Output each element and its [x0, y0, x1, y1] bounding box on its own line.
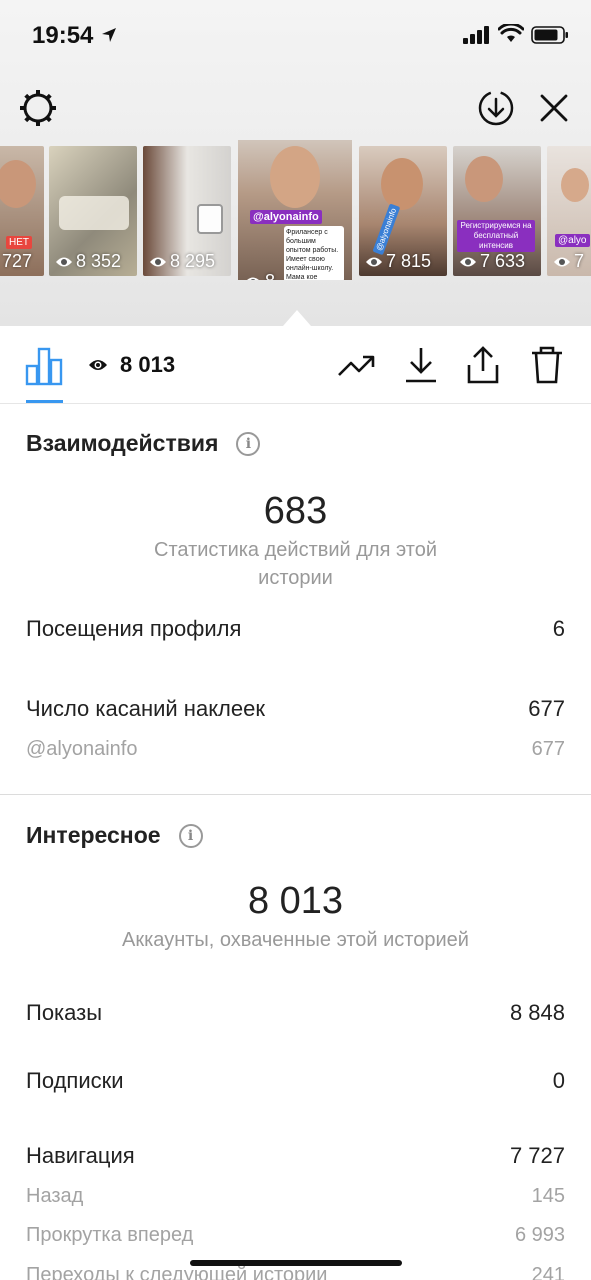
- story-thumbnail[interactable]: @alyonainfo 7 815: [359, 146, 447, 276]
- eye-icon: [246, 277, 260, 280]
- cellular-signal-icon: [463, 26, 489, 44]
- home-indicator[interactable]: [190, 1260, 402, 1266]
- interactions-caption: Статистика действий для этой истории: [154, 539, 437, 589]
- stat-sub-row: Переходы к следующей истории 241: [26, 1264, 565, 1280]
- close-icon[interactable]: [532, 86, 576, 130]
- share-icon[interactable]: [462, 344, 504, 386]
- delete-trash-icon[interactable]: [526, 344, 568, 386]
- story-caption-sticker: Фрилансер с большим опытом работы. Имеет…: [284, 226, 344, 280]
- status-time: 19:54: [32, 22, 94, 49]
- viewers-count[interactable]: 8 013: [88, 352, 175, 378]
- discovery-total: 8 013: [247, 880, 344, 922]
- story-view-count: 8 295: [149, 251, 215, 272]
- story-thumbnail-strip[interactable]: НЕТ 727 8 352 8 295 @alyonainfo Фрилансе…: [0, 140, 591, 280]
- interactions-total: 683: [263, 490, 328, 532]
- info-icon[interactable]: i: [236, 431, 261, 456]
- stat-row: Навигация 7 727: [26, 1143, 565, 1168]
- story-view-count: 7: [553, 251, 584, 272]
- eye-icon: [554, 257, 570, 266]
- stat-sub-row: @alyonainfo 677: [26, 738, 565, 760]
- discovery-caption: Аккаунты, охваченные этой историей: [122, 929, 469, 951]
- location-arrow-icon: [102, 28, 116, 42]
- eye-icon: [366, 257, 382, 266]
- stat-sub-row: Прокрутка вперед 6 993: [26, 1224, 565, 1246]
- story-thumbnail-selected[interactable]: @alyonainfo Фрилансер с большим опытом р…: [238, 140, 352, 280]
- status-bar: 19:54: [0, 0, 591, 70]
- story-view-count: 727: [2, 251, 33, 271]
- stat-row: Число касаний наклеек 677: [26, 696, 565, 721]
- stat-row: Посещения профиля 6: [26, 616, 565, 641]
- eye-icon: [89, 360, 107, 370]
- stat-sub-row: Назад 145: [26, 1185, 565, 1207]
- story-view-count: 7 633: [459, 251, 525, 272]
- promote-trend-icon[interactable]: [336, 344, 378, 386]
- wifi-icon: [498, 24, 524, 42]
- story-mention-sticker: @alyo: [555, 234, 590, 247]
- insights-toolbar: 8 013: [0, 326, 591, 404]
- story-view-count: 8: [244, 271, 275, 280]
- section-divider: [0, 794, 591, 795]
- interactions-section-title: Взаимодействия i: [26, 430, 261, 457]
- story-thumbnail[interactable]: НЕТ 727: [0, 146, 44, 276]
- discovery-section-title: Интересное i: [26, 822, 203, 849]
- selected-story-caret: [283, 310, 311, 326]
- story-thumbnail[interactable]: @alyo 7: [547, 146, 591, 276]
- eye-icon: [460, 257, 476, 266]
- story-view-count: 8 352: [55, 251, 121, 272]
- eye-icon: [150, 257, 166, 266]
- info-icon[interactable]: i: [178, 823, 203, 848]
- story-thumbnail[interactable]: Регистрируемся на бесплатный интенсив 7 …: [453, 146, 541, 276]
- download-circle-icon[interactable]: [474, 86, 518, 130]
- story-mention-sticker: @alyonainfo: [250, 210, 322, 224]
- active-tab-indicator: [26, 400, 63, 403]
- settings-gear-icon[interactable]: [16, 86, 60, 130]
- stat-row: Подписки 0: [26, 1068, 565, 1093]
- story-view-count: 7 815: [365, 251, 431, 272]
- story-sticker: НЕТ: [6, 236, 32, 249]
- battery-icon: [531, 26, 568, 44]
- stat-row: Показы 8 848: [26, 1000, 565, 1025]
- download-icon[interactable]: [400, 344, 442, 386]
- insights-bar-chart-icon[interactable]: [24, 346, 64, 386]
- story-cta-sticker: Регистрируемся на бесплатный интенсив: [457, 220, 535, 252]
- story-viewer-header: 19:54 НЕТ 727 8 352 8 295 @alyonainfo Фр…: [0, 0, 591, 326]
- story-thumbnail[interactable]: 8 295: [143, 146, 231, 276]
- story-thumbnail[interactable]: 8 352: [49, 146, 137, 276]
- eye-icon: [56, 257, 72, 266]
